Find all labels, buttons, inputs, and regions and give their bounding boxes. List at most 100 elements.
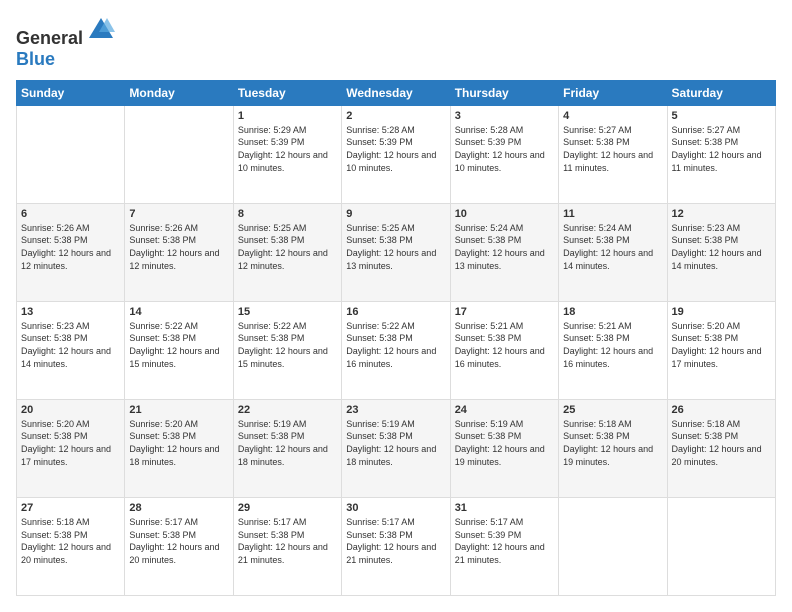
day-info: Sunrise: 5:26 AM Sunset: 5:38 PM Dayligh… [21,222,120,272]
day-number: 3 [455,110,554,122]
day-info: Sunrise: 5:20 AM Sunset: 5:38 PM Dayligh… [129,418,228,468]
header: General Blue [16,16,776,70]
day-number: 1 [238,110,337,122]
day-info: Sunrise: 5:27 AM Sunset: 5:38 PM Dayligh… [672,124,771,174]
logo-general: General [16,28,83,48]
day-number: 21 [129,404,228,416]
weekday-header-friday: Friday [559,80,667,105]
day-number: 11 [563,208,662,220]
calendar-cell: 10Sunrise: 5:24 AM Sunset: 5:38 PM Dayli… [450,203,558,301]
week-row-4: 20 Sunrise: 5:20 AM Sunset: 5:38 PM Dayli… [17,399,776,497]
day-number: 23 [346,404,445,416]
day-info: Sunrise: 5:18 AM Sunset: 5:38 PM Dayligh… [21,516,120,566]
calendar-cell: 16 Sunrise: 5:22 AM Sunset: 5:38 PM Dayli… [342,301,450,399]
calendar-cell: 18 Sunrise: 5:21 AM Sunset: 5:38 PM Dayli… [559,301,667,399]
calendar-cell: 2 Sunrise: 5:28 AM Sunset: 5:39 PM Daylig… [342,105,450,203]
calendar-cell: 1 Sunrise: 5:29 AM Sunset: 5:39 PM Daylig… [233,105,341,203]
logo-icon [87,16,115,44]
day-number: 25 [563,404,662,416]
calendar-cell: 7 Sunrise: 5:26 AM Sunset: 5:38 PM Daylig… [125,203,233,301]
day-number: 14 [129,306,228,318]
day-number: 28 [129,502,228,514]
day-number: 24 [455,404,554,416]
calendar-cell: 31 Sunrise: 5:17 AM Sunset: 5:39 PM Dayli… [450,497,558,595]
day-number: 27 [21,502,120,514]
day-info: Sunrise: 5:24 AM Sunset: 5:38 PM Dayligh… [563,222,662,272]
calendar-cell: 14Sunrise: 5:22 AM Sunset: 5:38 PM Dayli… [125,301,233,399]
calendar-cell: 30 Sunrise: 5:17 AM Sunset: 5:38 PM Dayli… [342,497,450,595]
day-number: 13 [21,306,120,318]
day-info: Sunrise: 5:21 AM Sunset: 5:38 PM Dayligh… [563,320,662,370]
day-info: Sunrise: 5:21 AM Sunset: 5:38 PM Dayligh… [455,320,554,370]
day-info: Sunrise: 5:26 AM Sunset: 5:38 PM Dayligh… [129,222,228,272]
day-number: 26 [672,404,771,416]
weekday-header-wednesday: Wednesday [342,80,450,105]
calendar-cell [125,105,233,203]
day-number: 29 [238,502,337,514]
day-info: Sunrise: 5:28 AM Sunset: 5:39 PM Dayligh… [346,124,445,174]
calendar-cell: 4 Sunrise: 5:27 AM Sunset: 5:38 PM Daylig… [559,105,667,203]
day-number: 12 [672,208,771,220]
page: General Blue SundayMondayTuesdayWednesda… [0,0,792,612]
day-number: 20 [21,404,120,416]
day-number: 31 [455,502,554,514]
day-info: Sunrise: 5:24 AM Sunset: 5:38 PM Dayligh… [455,222,554,272]
day-info: Sunrise: 5:18 AM Sunset: 5:38 PM Dayligh… [672,418,771,468]
day-number: 7 [129,208,228,220]
week-row-3: 13 Sunrise: 5:23 AM Sunset: 5:38 PM Dayli… [17,301,776,399]
calendar-cell: 28 Sunrise: 5:17 AM Sunset: 5:38 PM Dayli… [125,497,233,595]
day-number: 22 [238,404,337,416]
day-number: 15 [238,306,337,318]
calendar-cell: 8 Sunrise: 5:25 AM Sunset: 5:38 PM Daylig… [233,203,341,301]
day-info: Sunrise: 5:19 AM Sunset: 5:38 PM Dayligh… [455,418,554,468]
day-number: 18 [563,306,662,318]
calendar-cell [17,105,125,203]
day-info: Sunrise: 5:19 AM Sunset: 5:38 PM Dayligh… [238,418,337,468]
weekday-header-monday: Monday [125,80,233,105]
calendar-cell: 29Sunrise: 5:17 AM Sunset: 5:38 PM Dayli… [233,497,341,595]
day-number: 8 [238,208,337,220]
calendar-cell: 17 Sunrise: 5:21 AM Sunset: 5:38 PM Dayli… [450,301,558,399]
day-info: Sunrise: 5:20 AM Sunset: 5:38 PM Dayligh… [672,320,771,370]
day-info: Sunrise: 5:23 AM Sunset: 5:38 PM Dayligh… [672,222,771,272]
calendar-cell: 11 Sunrise: 5:24 AM Sunset: 5:38 PM Dayli… [559,203,667,301]
day-info: Sunrise: 5:18 AM Sunset: 5:38 PM Dayligh… [563,418,662,468]
day-info: Sunrise: 5:17 AM Sunset: 5:38 PM Dayligh… [129,516,228,566]
day-number: 16 [346,306,445,318]
day-info: Sunrise: 5:17 AM Sunset: 5:39 PM Dayligh… [455,516,554,566]
day-info: Sunrise: 5:28 AM Sunset: 5:39 PM Dayligh… [455,124,554,174]
logo-blue: Blue [16,49,55,69]
day-info: Sunrise: 5:23 AM Sunset: 5:38 PM Dayligh… [21,320,120,370]
day-number: 4 [563,110,662,122]
weekday-header-thursday: Thursday [450,80,558,105]
logo-text: General Blue [16,16,115,70]
logo: General Blue [16,16,115,70]
weekday-header-sunday: Sunday [17,80,125,105]
day-number: 9 [346,208,445,220]
calendar-cell: 3 Sunrise: 5:28 AM Sunset: 5:39 PM Daylig… [450,105,558,203]
day-info: Sunrise: 5:22 AM Sunset: 5:38 PM Dayligh… [238,320,337,370]
weekday-header-tuesday: Tuesday [233,80,341,105]
day-info: Sunrise: 5:20 AM Sunset: 5:38 PM Dayligh… [21,418,120,468]
day-info: Sunrise: 5:17 AM Sunset: 5:38 PM Dayligh… [346,516,445,566]
day-number: 30 [346,502,445,514]
day-number: 2 [346,110,445,122]
day-info: Sunrise: 5:27 AM Sunset: 5:38 PM Dayligh… [563,124,662,174]
calendar-cell [667,497,775,595]
week-row-2: 6Sunrise: 5:26 AM Sunset: 5:38 PM Daylig… [17,203,776,301]
calendar-cell: 12 Sunrise: 5:23 AM Sunset: 5:38 PM Dayli… [667,203,775,301]
calendar-cell: 19 Sunrise: 5:20 AM Sunset: 5:38 PM Dayli… [667,301,775,399]
day-info: Sunrise: 5:22 AM Sunset: 5:38 PM Dayligh… [346,320,445,370]
week-row-5: 27 Sunrise: 5:18 AM Sunset: 5:38 PM Dayli… [17,497,776,595]
day-info: Sunrise: 5:29 AM Sunset: 5:39 PM Dayligh… [238,124,337,174]
day-number: 17 [455,306,554,318]
calendar-cell: 6Sunrise: 5:26 AM Sunset: 5:38 PM Daylig… [17,203,125,301]
day-info: Sunrise: 5:25 AM Sunset: 5:38 PM Dayligh… [238,222,337,272]
day-info: Sunrise: 5:25 AM Sunset: 5:38 PM Dayligh… [346,222,445,272]
weekday-header-saturday: Saturday [667,80,775,105]
calendar-cell [559,497,667,595]
calendar-cell: 13 Sunrise: 5:23 AM Sunset: 5:38 PM Dayli… [17,301,125,399]
day-info: Sunrise: 5:19 AM Sunset: 5:38 PM Dayligh… [346,418,445,468]
calendar-cell: 5Sunrise: 5:27 AM Sunset: 5:38 PM Daylig… [667,105,775,203]
day-number: 19 [672,306,771,318]
